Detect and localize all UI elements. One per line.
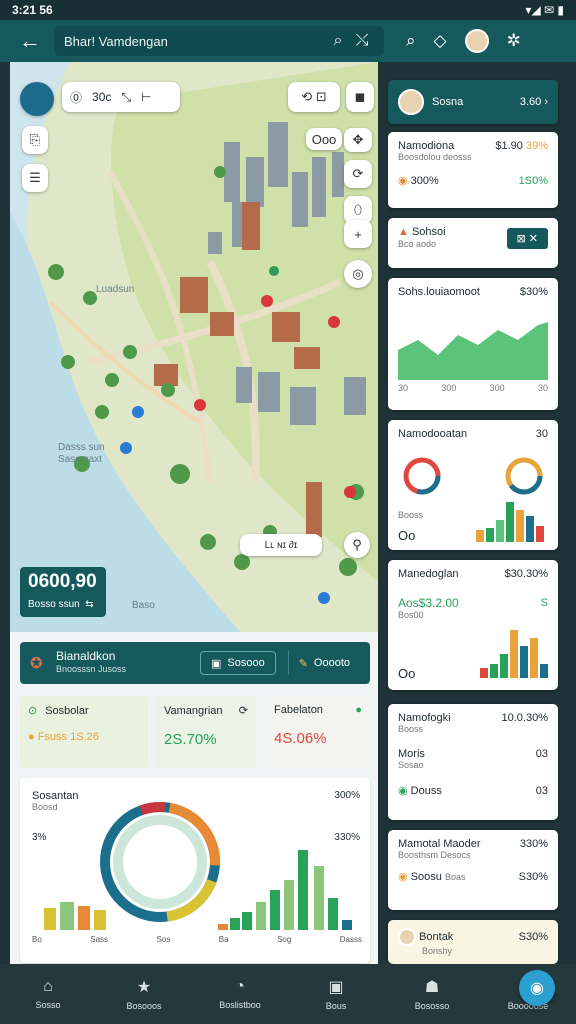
camera-rotate-control[interactable]: ⟲ ⊡ xyxy=(288,82,340,112)
toolbar-button-primary[interactable]: ▣ Sosooo xyxy=(199,651,276,675)
nav-profile[interactable]: ☗ Bososso xyxy=(384,977,480,1011)
tag-icon[interactable]: ◇ xyxy=(434,31,447,51)
right-card-header[interactable]: Sosna 3.60 › xyxy=(388,80,558,124)
circle-icon: ⊙ xyxy=(28,705,38,717)
nav-alerts[interactable]: ◔ Boslistboo xyxy=(192,978,288,1010)
tool-icon: ✪ xyxy=(30,655,43,672)
right-card-mamotal[interactable]: Mamotal Maoder 330% Boosthsm Desocs ◉ Soo… xyxy=(388,830,558,910)
refresh-icon: ⟳ xyxy=(238,705,248,717)
dollar-icon: ◉ xyxy=(398,785,408,797)
back-button[interactable]: ← xyxy=(10,21,50,61)
toolbar-subtitle: Bnoosssn Jusoss xyxy=(56,664,127,674)
map-toolbar: ⓪ 30c ⤡ ⊢ xyxy=(62,82,180,112)
analytics-panel: ✪ Bianaldkon Bnoosssn Jusoss ▣ Sosooo ✎ … xyxy=(10,632,378,964)
chat-button[interactable]: ◉ xyxy=(519,970,555,1006)
plane-icon: ▲ xyxy=(398,226,409,238)
right-card-area-chart[interactable]: Sohs.louiaomoot $30% 30 300 300 30 xyxy=(388,278,558,410)
toolbar-title: Bianaldkon xyxy=(56,649,116,663)
donut-bar-labels: Bo Sass Sos Ba Sog Dasss xyxy=(32,935,362,944)
search-icon[interactable]: ⌕ xyxy=(406,31,416,51)
compass-icon[interactable]: ✥ xyxy=(344,128,372,152)
pencil-icon: ✎ xyxy=(298,657,308,670)
status-icons: ▾◢ ✉ ▮ xyxy=(525,3,564,17)
action-button[interactable]: ⊠ ✕ xyxy=(506,227,548,249)
measure-icon[interactable]: ⊢ xyxy=(141,90,151,104)
settings-icon[interactable]: ✲ xyxy=(507,31,521,51)
location-icon[interactable]: ◎ xyxy=(344,260,372,288)
map-value: 0600,90 xyxy=(28,571,97,592)
chat-icon: ◉ xyxy=(530,980,544,997)
star-icon: ★ xyxy=(136,979,152,996)
map-footer-label: Baso xyxy=(132,600,155,611)
right-card-stats[interactable]: Namofogki 10.0.30% Booss Moris 03 Sosao ◉ … xyxy=(388,704,558,820)
rotate-icon[interactable]: ⟳ xyxy=(344,160,372,188)
check-icon: ● xyxy=(355,704,362,716)
avatar[interactable] xyxy=(464,29,489,53)
mini-card-3-value: 4S.06% xyxy=(274,730,327,747)
mini-card-1-value: ● Fsuss 1S.26 xyxy=(28,731,99,743)
location-pill[interactable]: Lʟ ɴɪ ∂ɪ xyxy=(240,534,322,556)
leaf-icon: ◉ xyxy=(398,175,408,187)
ring-chart xyxy=(403,457,544,542)
mini-card-2-value: 2S.70% xyxy=(164,731,217,748)
expand-icon[interactable]: ⤡ xyxy=(121,90,131,105)
badge-icon: ◉ xyxy=(398,871,408,883)
logo-button[interactable] xyxy=(20,82,54,116)
info-icon[interactable]: ⓪ xyxy=(70,89,82,106)
zoom-label: Ooo xyxy=(306,128,342,150)
layer-toggle[interactable]: 30c xyxy=(92,90,111,104)
right-card-bontak[interactable]: Bontak S30% Bonshy xyxy=(388,920,558,964)
right-card-2[interactable]: ▲ Sohsoi Bco aodo ⊠ ✕ xyxy=(388,218,558,268)
nav-messages[interactable]: ▣ Bous xyxy=(288,977,384,1011)
avatar xyxy=(398,89,424,115)
route-label: Luadsun xyxy=(96,284,135,295)
crosshair-icon[interactable]: + xyxy=(344,220,372,248)
message-icon: ▣ xyxy=(328,979,344,996)
person-icon: ☗ xyxy=(424,979,440,996)
bottom-navigation: ⌂ Sosso ★ Bosooos ◔ Boslistboo ▣ Bous ☗ Bosos… xyxy=(0,964,576,1024)
status-time: 3:21 56 xyxy=(12,3,53,17)
coast-label: Dasss sun Saso saxt xyxy=(58,442,105,465)
walk-icon[interactable]: ⚲ xyxy=(344,532,370,558)
search-value: Bhar! Vamdengan xyxy=(64,33,168,49)
donut-chart-card: Sosantan Boosd 300% 3% 330% Bo Sass Sos Ba xyxy=(20,778,370,963)
list-icon[interactable]: ☰ xyxy=(22,164,48,192)
map-value-sub: Bosso ssun ⇆ xyxy=(28,599,94,610)
right-card-bars[interactable]: Manedoglan $30.30% Aos$3.2.00 S Bos00 Oo xyxy=(388,560,558,690)
nav-home[interactable]: ⌂ Sosso xyxy=(0,978,96,1010)
panel-toolbar: ✪ Bianaldkon Bnoosssn Jusoss ▣ Sosooo ✎ … xyxy=(20,642,370,684)
filter-icon[interactable]: ⤯ xyxy=(350,32,374,50)
search-icon[interactable]: ⌕ xyxy=(326,32,350,50)
search-input[interactable]: Bhar! Vamdengan ⌕ ⤯ xyxy=(54,26,384,56)
mini-card-2[interactable]: Vamangrian ⟳ 2S.70% xyxy=(156,696,256,768)
mini-card-1[interactable]: ⊙ Sosbolar ● Fsuss 1S.26 xyxy=(20,696,148,768)
mini-card-3[interactable]: Fabelaton ● 4S.06% xyxy=(266,696,370,768)
home-icon: ⌂ xyxy=(43,978,53,995)
status-bar: 3:21 56 ▾◢ ✉ ▮ xyxy=(0,0,576,20)
profile-thumb[interactable]: ◼ xyxy=(346,82,374,112)
bar-chart xyxy=(480,630,548,678)
area-chart xyxy=(398,322,548,380)
bell-icon: ◔ xyxy=(235,978,245,995)
right-card-1[interactable]: Namodiona $1.90 39% Boosdolou deosss ◉ 30… xyxy=(388,132,558,208)
clipboard-icon[interactable]: ⎘ xyxy=(22,126,48,154)
avatar xyxy=(398,928,416,946)
right-card-rings[interactable]: Namodooatan 30 Booss Oo xyxy=(388,420,558,550)
header-value: 3.60 › xyxy=(519,96,548,108)
area-axis: 30 300 300 30 xyxy=(398,383,548,393)
map-value-card[interactable]: 0600,90 Bosso ssun ⇆ xyxy=(20,567,106,617)
right-sidebar: Sosna 3.60 › Namodiona $1.90 39% Boosdolo… xyxy=(380,62,576,964)
app-bar: ← Bhar! Vamdengan ⌕ ⤯ ⌕ ◇ ✲ xyxy=(0,20,576,62)
map-view[interactable]: ⓪ 30c ⤡ ⊢ ⎘ ☰ ⟲ ⊡ ◼ Ooo ✥ ⟳ ⬯ + ◎ Lʟ ɴɪ … xyxy=(10,62,378,632)
nav-favorites[interactable]: ★ Bosooos xyxy=(96,977,192,1011)
toolbar-button-secondary[interactable]: ✎ Ooooto xyxy=(287,651,360,675)
